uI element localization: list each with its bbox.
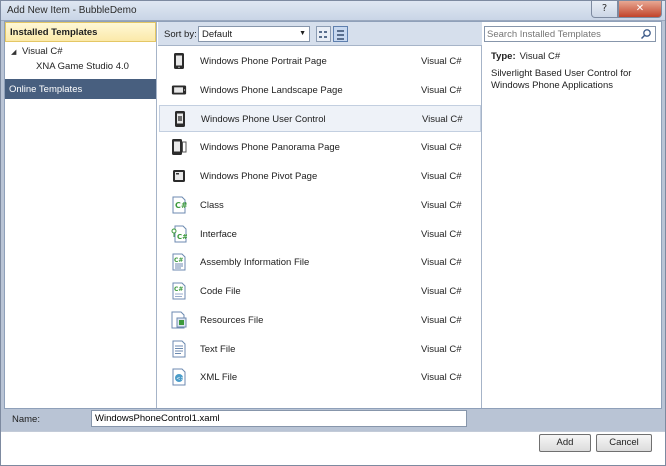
template-type: Visual C#	[421, 142, 462, 153]
template-row-phone-pivot[interactable]: Windows Phone Pivot Page Visual C#	[159, 163, 481, 190]
csharp-interface-icon: C#	[171, 225, 187, 243]
close-button[interactable]: ✕	[618, 1, 662, 18]
code-file-icon: C#	[172, 282, 186, 300]
add-new-item-dialog: Add New Item - BubbleDemo ? ✕ Installed …	[0, 0, 666, 466]
template-type: Visual C#	[421, 257, 462, 268]
search-icon[interactable]	[640, 28, 652, 40]
template-type: Visual C#	[421, 56, 462, 67]
template-row-resources-file[interactable]: Resources File Visual C#	[159, 307, 481, 334]
template-name: Resources File	[200, 315, 264, 326]
type-value: Visual C#	[519, 51, 561, 62]
template-name: Text File	[200, 344, 236, 355]
sort-by-label: Sort by:	[164, 29, 197, 40]
phone-landscape-icon	[171, 85, 187, 95]
template-type: Visual C#	[421, 171, 462, 182]
template-row-phone-user-control[interactable]: Windows Phone User Control Visual C#	[159, 105, 481, 132]
template-row-interface[interactable]: C# Interface Visual C#	[159, 221, 481, 248]
phone-portrait-icon	[174, 53, 184, 69]
csharp-class-icon: C#	[172, 196, 187, 214]
add-button[interactable]: Add	[539, 434, 591, 452]
template-details-pane: Type:Visual C# Silverlight Based User Co…	[482, 22, 661, 408]
sort-by-value: Default	[202, 29, 233, 40]
text-file-icon	[172, 340, 186, 358]
resources-file-icon	[171, 311, 187, 329]
template-name: Windows Phone Pivot Page	[200, 171, 318, 182]
sort-toolbar: Sort by: Default ▼	[158, 22, 482, 46]
template-name: Windows Phone User Control	[201, 114, 326, 125]
type-label: Type:	[491, 51, 516, 62]
template-row-text-file[interactable]: Text File Visual C#	[159, 336, 481, 363]
template-name: Code File	[200, 286, 241, 297]
template-list: Windows Phone Portrait Page Visual C# Wi…	[158, 46, 482, 408]
window-title: Add New Item - BubbleDemo	[7, 5, 137, 16]
title-bar: Add New Item - BubbleDemo ? ✕	[1, 1, 665, 21]
template-description: Silverlight Based User Control for Windo…	[491, 68, 632, 91]
small-icons-view-button[interactable]	[316, 26, 331, 42]
phone-panorama-icon	[172, 139, 187, 155]
template-type: Visual C#	[421, 372, 462, 383]
template-row-phone-landscape[interactable]: Windows Phone Landscape Page Visual C#	[159, 77, 481, 104]
template-row-phone-panorama[interactable]: Windows Phone Panorama Page Visual C#	[159, 134, 481, 161]
phone-pivot-icon	[173, 170, 185, 182]
tree-item-label: XNA Game Studio 4.0	[36, 61, 129, 72]
sort-by-dropdown[interactable]: Default ▼	[198, 26, 310, 42]
tree-item-xna-game-studio[interactable]: XNA Game Studio 4.0	[5, 60, 156, 75]
svg-text:C#: C#	[174, 286, 183, 293]
phone-user-control-icon	[175, 111, 185, 127]
template-name: Interface	[200, 229, 237, 240]
template-name: XML File	[200, 372, 238, 383]
tree-item-label: Visual C#	[22, 46, 63, 57]
template-name: Windows Phone Landscape Page	[200, 85, 343, 96]
template-name: Class	[200, 200, 224, 211]
template-type: Visual C#	[422, 114, 463, 125]
template-type: Visual C#	[421, 200, 462, 211]
search-box[interactable]	[484, 26, 656, 42]
template-row-class[interactable]: C# Class Visual C#	[159, 192, 481, 219]
template-row-xml-file[interactable]: <> XML File Visual C#	[159, 364, 481, 391]
template-row-phone-portrait[interactable]: Windows Phone Portrait Page Visual C#	[159, 48, 481, 75]
help-button[interactable]: ?	[591, 1, 618, 18]
dialog-client-area: Installed Templates ◢ Visual C# XNA Game…	[4, 21, 662, 409]
dropdown-arrow-icon: ▼	[299, 30, 306, 37]
template-type: Visual C#	[421, 315, 462, 326]
installed-templates-header[interactable]: Installed Templates	[5, 22, 156, 42]
tree-item-visual-csharp[interactable]: ◢ Visual C#	[5, 45, 156, 60]
template-type-info: Type: Visual C#	[491, 51, 560, 62]
file-name-input[interactable]	[91, 410, 467, 427]
template-categories-pane: Installed Templates ◢ Visual C# XNA Game…	[5, 22, 157, 408]
template-type: Visual C#	[421, 286, 462, 297]
name-label: Name:	[12, 414, 40, 425]
online-templates-item[interactable]: Online Templates	[5, 79, 156, 99]
template-type: Visual C#	[421, 85, 462, 96]
assembly-info-icon: C#	[172, 253, 186, 271]
template-row-assembly-info[interactable]: C# Assembly Information File Visual C#	[159, 249, 481, 276]
svg-text:C#: C#	[177, 233, 187, 241]
svg-text:C#: C#	[175, 201, 187, 210]
expanded-arrow-icon[interactable]: ◢	[11, 48, 16, 56]
template-type: Visual C#	[421, 229, 462, 240]
list-view-button[interactable]	[333, 26, 348, 42]
cancel-button[interactable]: Cancel	[596, 434, 652, 452]
svg-text:C#: C#	[174, 257, 183, 264]
template-name: Assembly Information File	[200, 257, 310, 268]
template-type: Visual C#	[421, 344, 462, 355]
template-name: Windows Phone Panorama Page	[200, 142, 340, 153]
template-row-code-file[interactable]: C# Code File Visual C#	[159, 278, 481, 305]
svg-text:<>: <>	[176, 376, 184, 382]
search-input[interactable]	[487, 28, 637, 41]
template-name: Windows Phone Portrait Page	[200, 56, 327, 67]
xml-file-icon: <>	[172, 368, 186, 386]
